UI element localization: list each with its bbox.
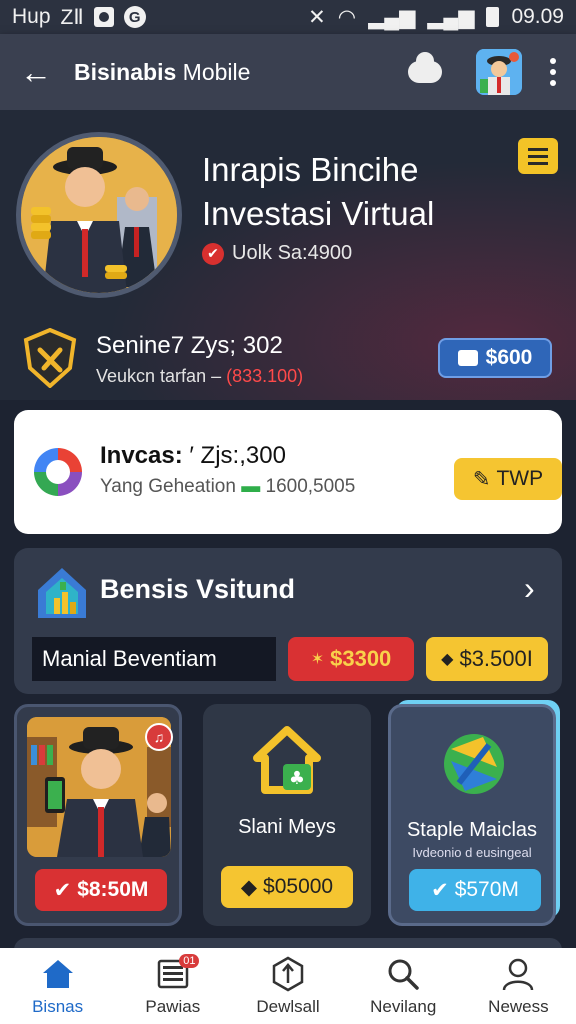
verified-check-icon: ✔: [202, 242, 224, 265]
app-bar: ← Bisinabis Mobile: [0, 34, 576, 110]
nav-badge: 01: [179, 954, 200, 968]
chevron-right-icon[interactable]: ›: [524, 570, 535, 607]
twp-button[interactable]: ✎ TWP: [454, 458, 562, 500]
person-icon: [503, 958, 534, 991]
signal-icon-2: ▂▄▆: [427, 5, 475, 29]
tile-staple-button[interactable]: ✔ $570M: [409, 869, 541, 911]
signal-icon: ▂▄▆: [368, 5, 416, 29]
google-notification-icon: G: [123, 6, 146, 28]
tile-staple-label: Staple Maiclas: [406, 819, 538, 841]
pointer-icon: ✶: [310, 651, 325, 668]
shield-icon: [23, 328, 77, 388]
app-title: Bisinabis Mobile: [74, 58, 251, 85]
bensis-yellow-button[interactable]: ◆ $3.500I: [426, 637, 548, 681]
bensis-field[interactable]: Manial Beventiam: [32, 637, 276, 681]
hexagon-shield-icon: [272, 956, 304, 992]
house-chart-icon: [38, 568, 86, 618]
clock: 09.09: [511, 5, 564, 28]
bottom-navigation: Bisnas 01 Pawias Dewlsall Nevilang Newes…: [0, 948, 576, 1024]
edit-pencil-icon: ✎: [472, 467, 491, 491]
tile-investor-button[interactable]: ✔ $8:50M: [35, 869, 167, 911]
more-options-icon[interactable]: [550, 58, 556, 86]
check-icon: ✔: [53, 878, 72, 902]
nav-item-newess[interactable]: Newess: [461, 948, 576, 1024]
battery-icon: [486, 7, 500, 27]
nav-item-bisnas[interactable]: Bisnas: [0, 948, 115, 1024]
wifi-icon: ◠: [337, 5, 357, 29]
tile-investor[interactable]: ♫ ✔ $8:50M: [14, 704, 182, 926]
mute-icon: ✕: [308, 5, 326, 29]
investor-avatar: [16, 132, 182, 298]
nav-item-pawias[interactable]: 01 Pawias: [115, 948, 230, 1024]
hero-section: Inrapis Bincihe Investasi Virtual ✔ Uolk…: [0, 110, 576, 400]
google-logo-icon: [34, 448, 82, 496]
home-icon: [42, 960, 73, 988]
hero-title: Inrapis Bincihe Investasi Virtual: [202, 151, 435, 232]
tile-slani-label: Slani Meys: [238, 816, 336, 838]
check-icon: ✔: [431, 878, 449, 902]
signal-type-icon: ZⅡ: [60, 5, 84, 29]
tile-staple-sub: Ivdeonio d eusingeal: [412, 845, 532, 860]
balance-pill-button[interactable]: $600: [438, 338, 552, 378]
svg-text:♣: ♣: [289, 768, 305, 789]
tile-notification-badge: ♫: [145, 723, 173, 751]
carrier-label: Hup: [12, 5, 51, 28]
notification-square-icon: [93, 7, 114, 27]
bensis-card: Bensis Vsitund › Manial Beventiam ✶ $330…: [14, 548, 562, 694]
back-arrow-icon[interactable]: ←: [20, 54, 60, 91]
diamond-icon: ◆: [240, 875, 258, 899]
hero-subtitle: ✔ Uolk Sa:4900: [202, 242, 352, 265]
tile-staple[interactable]: Staple Maiclas Ivdeonio d eusingeal ✔ $5…: [388, 704, 556, 926]
house-clover-icon: ♣: [253, 726, 321, 794]
invest-title: Invcas: ′ Zjs:,300: [100, 442, 286, 469]
cloud-icon[interactable]: [408, 52, 442, 83]
bensis-red-button[interactable]: ✶ $3300: [288, 637, 414, 681]
check-tag-icon: ◆: [441, 651, 454, 668]
bensis-title: Bensis Vsitund: [100, 574, 296, 604]
swap-arrows-icon: [444, 734, 504, 794]
invest-sub: Yang Geheation ▬ 1600,5005: [100, 476, 356, 497]
nav-item-nevilang[interactable]: Nevilang: [346, 948, 461, 1024]
message-icon: [457, 350, 478, 366]
profile-avatar[interactable]: [476, 49, 522, 95]
hero-stat-label: Senine7 Zys; 302: [96, 332, 283, 359]
search-icon: [388, 959, 419, 990]
nav-item-dewlsall[interactable]: Dewlsall: [230, 948, 345, 1024]
hero-stat-sub: Veukcn tarfan – (833.100): [96, 366, 304, 386]
tile-slani[interactable]: ♣ Slani Meys ◆ $05000: [203, 704, 371, 926]
hamburger-menu-button[interactable]: [518, 138, 558, 174]
status-bar: Hup ZⅡ G ✕ ◠ ▂▄▆ ▂▄▆ 09.09: [0, 0, 576, 34]
invest-card[interactable]: Invcas: ′ Zjs:,300 Yang Geheation ▬ 1600…: [14, 410, 562, 534]
tile-slani-button[interactable]: ◆ $05000: [221, 866, 353, 908]
